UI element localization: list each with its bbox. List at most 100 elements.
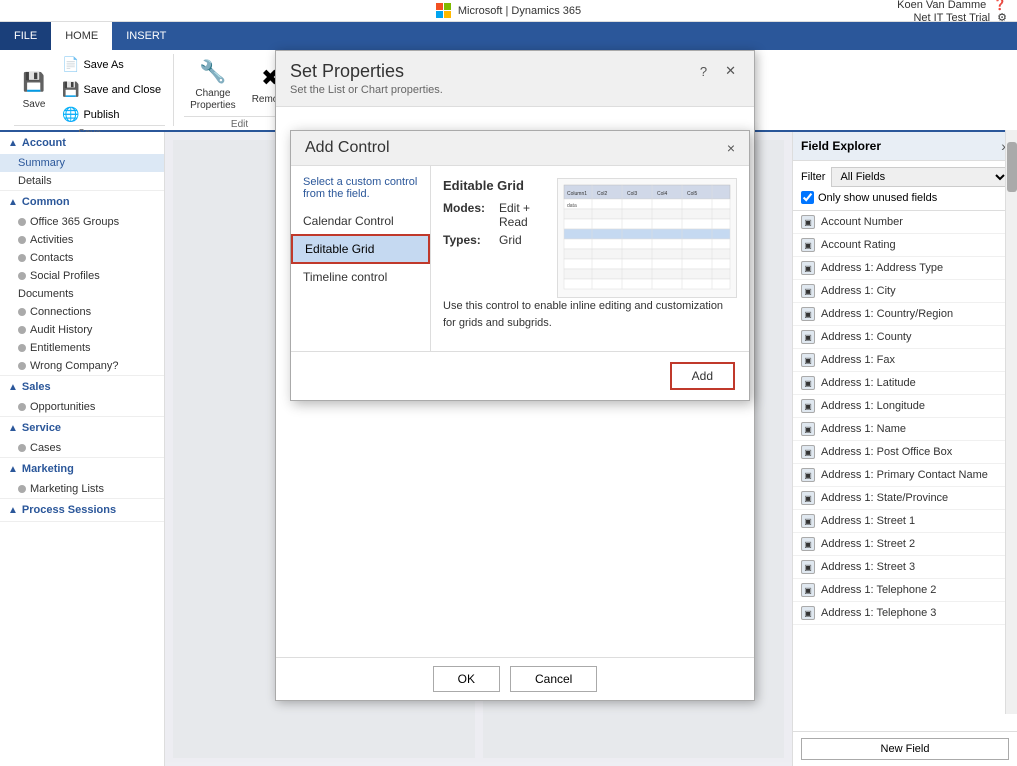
fe-item-icon-15: ▣ [801, 537, 815, 551]
sidebar-item-details[interactable]: Details [0, 172, 164, 190]
sidebar-item-social[interactable]: Social Profiles [0, 267, 164, 285]
change-properties-button[interactable]: 🔧 ChangeProperties [184, 54, 242, 116]
svg-text:Column1: Column1 [567, 191, 587, 197]
fe-item-fax[interactable]: ▣ Address 1: Fax [793, 349, 1017, 372]
ac-title: Add Control [305, 139, 390, 157]
save-as-button[interactable]: 📄 Save As [58, 54, 165, 75]
ribbon-tabs: FILE HOME INSERT [0, 22, 1017, 50]
sidebar-item-documents[interactable]: Documents [0, 285, 164, 303]
fe-item-icon-11: ▣ [801, 445, 815, 459]
sidebar-item-entitlements[interactable]: Entitlements [0, 339, 164, 357]
fe-item-icon-8: ▣ [801, 376, 815, 390]
fe-item-county[interactable]: ▣ Address 1: County [793, 326, 1017, 349]
sidebar-item-marketing-lists[interactable]: Marketing Lists [0, 480, 164, 498]
ac-close-button[interactable]: × [727, 140, 735, 156]
fe-item-label-14: Address 1: Street 1 [821, 515, 915, 527]
fe-item-icon-9: ▣ [801, 399, 815, 413]
fe-unused-checkbox[interactable] [801, 191, 814, 204]
add-control-dialog: Add Control × Select a custom control fr… [290, 132, 750, 401]
account-expand-icon: ▲ [8, 138, 18, 149]
ac-add-button[interactable]: Add [670, 362, 735, 390]
documents-label: Documents [18, 288, 74, 300]
fe-item-icon: ▣ [801, 215, 815, 229]
sidebar-item-summary[interactable]: Summary [0, 154, 164, 172]
fe-footer: New Field [793, 731, 1017, 766]
sales-label: Sales [22, 381, 51, 393]
tab-insert[interactable]: INSERT [112, 22, 180, 50]
sidebar-item-connections[interactable]: Connections [0, 303, 164, 321]
sidebar-item-wrong-company[interactable]: Wrong Company? [0, 357, 164, 375]
common-label: Common [22, 196, 70, 208]
sidebar-header-common[interactable]: ▲ Common [0, 191, 164, 213]
sidebar-header-service[interactable]: ▲ Service [0, 417, 164, 439]
fe-item-icon-7: ▣ [801, 353, 815, 367]
content-area: Set Properties Set the List or Chart pro… [165, 132, 792, 766]
grid-preview-svg: Column1 Col2 Col3 Col4 Col5 data [562, 183, 732, 293]
svg-text:Col3: Col3 [627, 191, 638, 197]
fe-item-street3[interactable]: ▣ Address 1: Street 3 [793, 556, 1017, 579]
fe-item-account-number[interactable]: ▣ Account Number [793, 211, 1017, 234]
sidebar-item-opportunities[interactable]: Opportunities [0, 398, 164, 416]
ac-types-label: Types: [443, 233, 493, 247]
sp-ok-button[interactable]: OK [433, 666, 500, 692]
fe-item-account-rating[interactable]: ▣ Account Rating [793, 234, 1017, 257]
save-label: Save [23, 99, 46, 111]
sidebar-header-account[interactable]: ▲ Account [0, 132, 164, 154]
ac-footer: Add [291, 351, 749, 400]
fe-item-latitude[interactable]: ▣ Address 1: Latitude [793, 372, 1017, 395]
ac-calendar-control[interactable]: Calendar Control [291, 208, 430, 234]
ac-subtitle: Select a custom control from the field. [291, 176, 430, 208]
fe-item-address-type[interactable]: ▣ Address 1: Address Type [793, 257, 1017, 280]
fe-item-po-box[interactable]: ▣ Address 1: Post Office Box [793, 441, 1017, 464]
fe-filter-select[interactable]: All Fields [831, 167, 1009, 187]
field-explorer: Field Explorer » Filter All Fields Only … [792, 132, 1017, 766]
ac-control-list: Select a custom control from the field. … [291, 166, 431, 351]
social-dot [18, 272, 26, 280]
sidebar-header-sales[interactable]: ▲ Sales [0, 376, 164, 398]
tab-file[interactable]: FILE [0, 22, 51, 50]
process-expand-icon: ▲ [8, 505, 18, 516]
fe-item-primary-contact[interactable]: ▣ Address 1: Primary Contact Name [793, 464, 1017, 487]
fe-scrollbar[interactable] [1005, 130, 1017, 714]
fe-header: Field Explorer » [793, 132, 1017, 161]
fe-item-icon-4: ▣ [801, 284, 815, 298]
save-as-icon: 📄 [62, 56, 79, 73]
save-and-close-button[interactable]: 💾 Save and Close [58, 79, 165, 100]
fe-item-country[interactable]: ▣ Address 1: Country/Region [793, 303, 1017, 326]
fe-item-longitude[interactable]: ▣ Address 1: Longitude [793, 395, 1017, 418]
fe-item-label-3: Address 1: Address Type [821, 262, 943, 274]
sidebar-header-marketing[interactable]: ▲ Marketing [0, 458, 164, 480]
sidebar-section-service: ▲ Service Cases [0, 417, 164, 458]
fe-title: Field Explorer [801, 139, 881, 153]
fe-item-tel2[interactable]: ▣ Address 1: Telephone 2 [793, 579, 1017, 602]
save-as-label: Save As [83, 59, 123, 71]
fe-item-tel3[interactable]: ▣ Address 1: Telephone 3 [793, 602, 1017, 625]
settings-icon[interactable]: ⚙ [997, 12, 1007, 24]
fe-item-icon-16: ▣ [801, 560, 815, 574]
wrong-company-dot [18, 362, 26, 370]
sidebar-item-audit[interactable]: Audit History [0, 321, 164, 339]
fe-item-icon-2: ▣ [801, 238, 815, 252]
save-button[interactable]: 💾 Save [14, 65, 54, 115]
fe-item-label-15: Address 1: Street 2 [821, 538, 915, 550]
ac-description: Use this control to enable inline editin… [443, 298, 737, 331]
sidebar-item-cases[interactable]: Cases [0, 439, 164, 457]
fe-item-street1[interactable]: ▣ Address 1: Street 1 [793, 510, 1017, 533]
sidebar-item-office365[interactable]: Office 365 Groups [0, 213, 164, 231]
publish-button[interactable]: 🌐 Publish [58, 104, 165, 125]
social-label: Social Profiles [30, 270, 100, 282]
fe-item-street2[interactable]: ▣ Address 1: Street 2 [793, 533, 1017, 556]
sidebar-item-contacts[interactable]: Contacts [0, 249, 164, 267]
sidebar-item-activities[interactable]: Activities [0, 231, 164, 249]
fe-item-name[interactable]: ▣ Address 1: Name [793, 418, 1017, 441]
fe-item-state[interactable]: ▣ Address 1: State/Province [793, 487, 1017, 510]
save-icon: 💾 [20, 69, 48, 97]
fe-item-city[interactable]: ▣ Address 1: City [793, 280, 1017, 303]
sidebar-header-process[interactable]: ▲ Process Sessions [0, 499, 164, 521]
tab-home[interactable]: HOME [51, 22, 112, 50]
ac-timeline-control[interactable]: Timeline control [291, 264, 430, 290]
fe-new-field-button[interactable]: New Field [801, 738, 1009, 760]
help-icon[interactable]: ❓ [993, 0, 1007, 11]
ac-editable-grid[interactable]: Editable Grid [291, 234, 430, 264]
sp-cancel-button[interactable]: Cancel [510, 666, 597, 692]
